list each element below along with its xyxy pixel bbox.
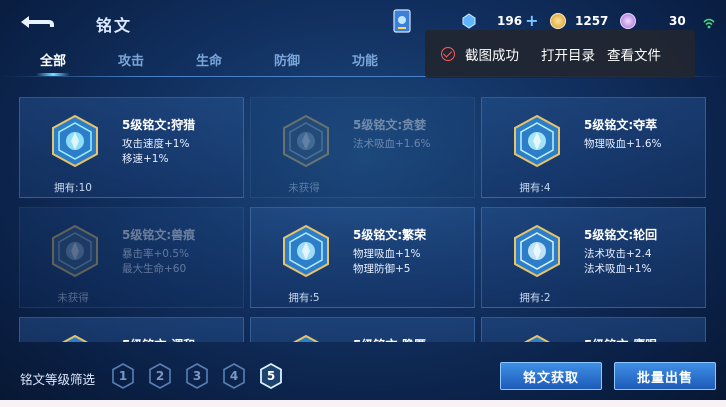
tab-attack[interactable]: 攻击 — [92, 44, 170, 74]
wifi-icon — [703, 18, 715, 29]
level-filter-4[interactable]: 4 — [221, 362, 247, 390]
inscription-stat: 法术吸血+1% — [584, 263, 652, 275]
inscription-name: 5级铭文:轮回 — [584, 228, 658, 242]
add-gem-button[interactable]: + — [525, 13, 538, 29]
inscription-emblem-icon — [283, 224, 329, 278]
inscription-card[interactable]: 5级铭文:鹰眼 — [481, 317, 706, 342]
inscription-card[interactable]: 5级铭文:贪婪 法术吸血+1.6% 未获得 — [250, 97, 475, 198]
open-directory-link[interactable]: 打开目录 — [541, 44, 595, 64]
gem-currency: 196 + — [462, 13, 538, 29]
inscription-book-icon[interactable] — [392, 8, 412, 34]
page-title: 铭文 — [96, 16, 133, 35]
inscription-stat: 移速+1% — [122, 153, 169, 165]
tab-function[interactable]: 功能 — [326, 44, 404, 74]
inscription-emblem-icon — [52, 114, 98, 168]
get-inscription-button[interactable]: 铭文获取 — [500, 362, 602, 390]
inscription-stat: 物理防御+5 — [353, 263, 411, 275]
level-filter-1[interactable]: 1 — [110, 362, 136, 390]
tab-defense[interactable]: 防御 — [248, 44, 326, 74]
screen-edge — [0, 400, 726, 407]
inscription-name: 5级铭文:繁荣 — [353, 228, 427, 242]
level-filter-label: 铭文等级筛选 — [20, 372, 96, 387]
inscription-stat: 暴击率+0.5% — [122, 248, 189, 260]
inscription-card[interactable]: 5级铭文:繁荣 物理吸血+1% 物理防御+5 拥有:5 — [250, 207, 475, 308]
owned-count: 未获得 — [288, 182, 320, 194]
back-arrow-icon — [21, 16, 54, 28]
screenshot-toast: 截图成功 打开目录 查看文件 — [425, 30, 695, 78]
owned-count: 拥有:2 — [519, 292, 551, 304]
level-filter-3[interactable]: 3 — [184, 362, 210, 390]
back-button[interactable] — [14, 10, 60, 34]
owned-count: 拥有:5 — [288, 292, 320, 304]
inscription-name: 5级铭文:夺萃 — [584, 118, 658, 132]
owned-count: 拥有:4 — [519, 182, 551, 194]
owned-count: 拥有:10 — [54, 182, 92, 194]
inscription-screen: 铭文 196 + 1257 30 全部 攻击 生命 防御 功能 5级铭文:狩猎攻 — [0, 0, 726, 400]
inscription-stat: 最大生命+60 — [122, 263, 187, 275]
inscription-emblem-icon — [514, 224, 560, 278]
tab-all[interactable]: 全部 — [14, 44, 92, 76]
gem-icon — [462, 13, 476, 29]
inscription-stat: 攻击速度+1% — [122, 138, 190, 150]
toast-message: 截图成功 — [465, 48, 519, 64]
inscription-emblem-icon — [292, 334, 320, 342]
inscription-stat: 法术攻击+2.4 — [584, 248, 652, 260]
gem-count: 196 — [497, 14, 523, 28]
crystal-icon — [620, 13, 636, 29]
inscription-name: 5级铭文:调和 — [122, 336, 195, 342]
inscription-emblem-icon — [523, 334, 551, 342]
crystal-currency: 30 — [620, 13, 686, 29]
tab-health[interactable]: 生命 — [170, 44, 248, 74]
inscription-card[interactable]: 5级铭文:夺萃 物理吸血+1.6% 拥有:4 — [481, 97, 706, 198]
inscription-emblem-icon — [61, 334, 89, 342]
inscription-name: 5级铭文:贪婪 — [353, 118, 427, 132]
inscription-name: 5级铭文:狩猎 — [122, 118, 196, 132]
inscription-stat: 物理吸血+1.6% — [584, 138, 662, 150]
gold-coin-icon — [550, 13, 566, 29]
category-tabs: 全部 攻击 生命 防御 功能 — [14, 44, 404, 76]
inscription-emblem-icon — [514, 114, 560, 168]
inscription-stat: 法术吸血+1.6% — [353, 138, 431, 150]
inscription-name: 5级铭文:鹰眼 — [584, 336, 657, 342]
batch-sell-button[interactable]: 批量出售 — [614, 362, 716, 390]
check-circle-icon — [441, 47, 455, 61]
bottom-bar: 铭文等级筛选 1 2 3 4 5 铭文获取 批量出售 — [0, 356, 726, 396]
inscription-card[interactable]: 5级铭文:调和 — [19, 317, 244, 342]
view-file-link[interactable]: 查看文件 — [607, 44, 661, 64]
crystal-count: 30 — [669, 14, 686, 28]
inscription-card[interactable]: 5级铭文:狩猎 攻击速度+1% 移速+1% 拥有:10 — [19, 97, 244, 198]
inscription-stat: 物理吸血+1% — [353, 248, 421, 260]
inscription-name: 5级铭文:隐匿 — [353, 336, 426, 342]
inscription-name: 5级铭文:兽痕 — [122, 228, 196, 242]
inscription-card[interactable]: 5级铭文:兽痕 暴击率+0.5% 最大生命+60 未获得 — [19, 207, 244, 308]
level-filter-2[interactable]: 2 — [147, 362, 173, 390]
gold-count: 1257 — [575, 14, 609, 28]
inscription-emblem-icon — [283, 114, 329, 168]
level-filter-5[interactable]: 5 — [258, 362, 284, 390]
owned-count: 未获得 — [57, 292, 89, 304]
inscription-grid: 5级铭文:狩猎 攻击速度+1% 移速+1% 拥有:10 5级铭文:贪婪 法术吸血+1.6%… — [0, 90, 726, 342]
inscription-emblem-icon — [52, 224, 98, 278]
inscription-card[interactable]: 5级铭文:隐匿 — [250, 317, 475, 342]
inscription-card[interactable]: 5级铭文:轮回 法术攻击+2.4 法术吸血+1% 拥有:2 — [481, 207, 706, 308]
gold-currency: 1257 — [550, 13, 608, 29]
